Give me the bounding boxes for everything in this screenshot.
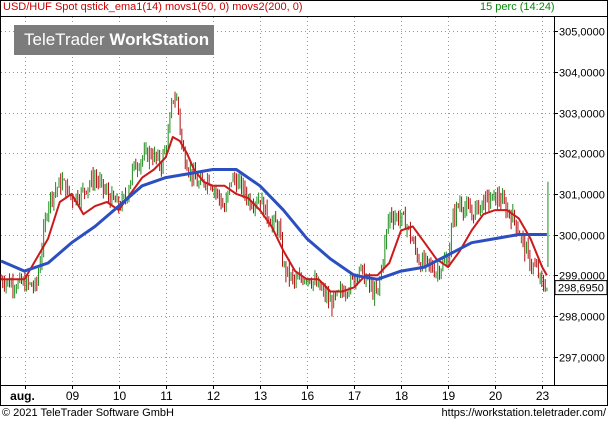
footer-url-link[interactable]: https://workstation.teletrader.com/	[442, 406, 606, 420]
chart-svg: 305,0000 304,0000 303,0000 302,0000 301,0000…	[0, 0, 608, 406]
workstation-logo: TeleTrader WorkStation	[14, 25, 214, 55]
last-value-label: 298,6950	[558, 283, 604, 295]
interval-label: 15 perc (14:24)	[480, 1, 555, 13]
y-tick-label: 301,0000	[559, 190, 605, 202]
x-tick-label: 19	[442, 389, 456, 403]
chart-frame	[0, 0, 608, 406]
x-tick-label: 12	[207, 389, 221, 403]
x-axis: aug. 09 10 11 12 13 16 17 18 19 20 23	[10, 385, 549, 403]
x-tick-label: 09	[66, 389, 80, 403]
chart-area: 305,0000 304,0000 303,0000 302,0000 301,0000…	[0, 0, 608, 423]
y-tick-label: 303,0000	[559, 109, 605, 121]
last-value-layer: 298,6950	[554, 280, 608, 296]
y-tick-label: 305,0000	[559, 27, 605, 39]
chart-title: USD/HUF Spot qstick_ema1(14) movs1(50, 0…	[3, 1, 303, 13]
x-tick-label: 13	[254, 389, 268, 403]
x-tick-label: 17	[348, 389, 362, 403]
grid-layer	[1, 17, 554, 385]
y-tick-label: 298,0000	[559, 312, 605, 324]
x-tick-label: 18	[395, 389, 409, 403]
y-tick-label: 300,0000	[559, 231, 605, 243]
price-series	[0, 91, 549, 317]
x-tick-label: aug.	[10, 389, 35, 403]
copyright-text: © 2021 TeleTrader Software GmbH	[2, 407, 174, 419]
x-tick-label: 23	[536, 389, 550, 403]
x-tick-label: 10	[113, 389, 127, 403]
logo-part2: WorkStation	[109, 30, 210, 49]
y-tick-label: 302,0000	[559, 149, 605, 161]
x-tick-label: 16	[301, 389, 315, 403]
y-tick-label: 297,0000	[559, 353, 605, 365]
logo-part1: TeleTrader	[24, 30, 110, 49]
y-tick-label: 304,0000	[559, 68, 605, 80]
plot-border	[0, 16, 555, 386]
series-layer	[0, 91, 549, 317]
x-tick-label: 11	[160, 389, 173, 403]
x-tick-label: 20	[489, 389, 503, 403]
y-axis: 305,0000 304,0000 303,0000 302,0000 301,0000…	[554, 27, 605, 365]
